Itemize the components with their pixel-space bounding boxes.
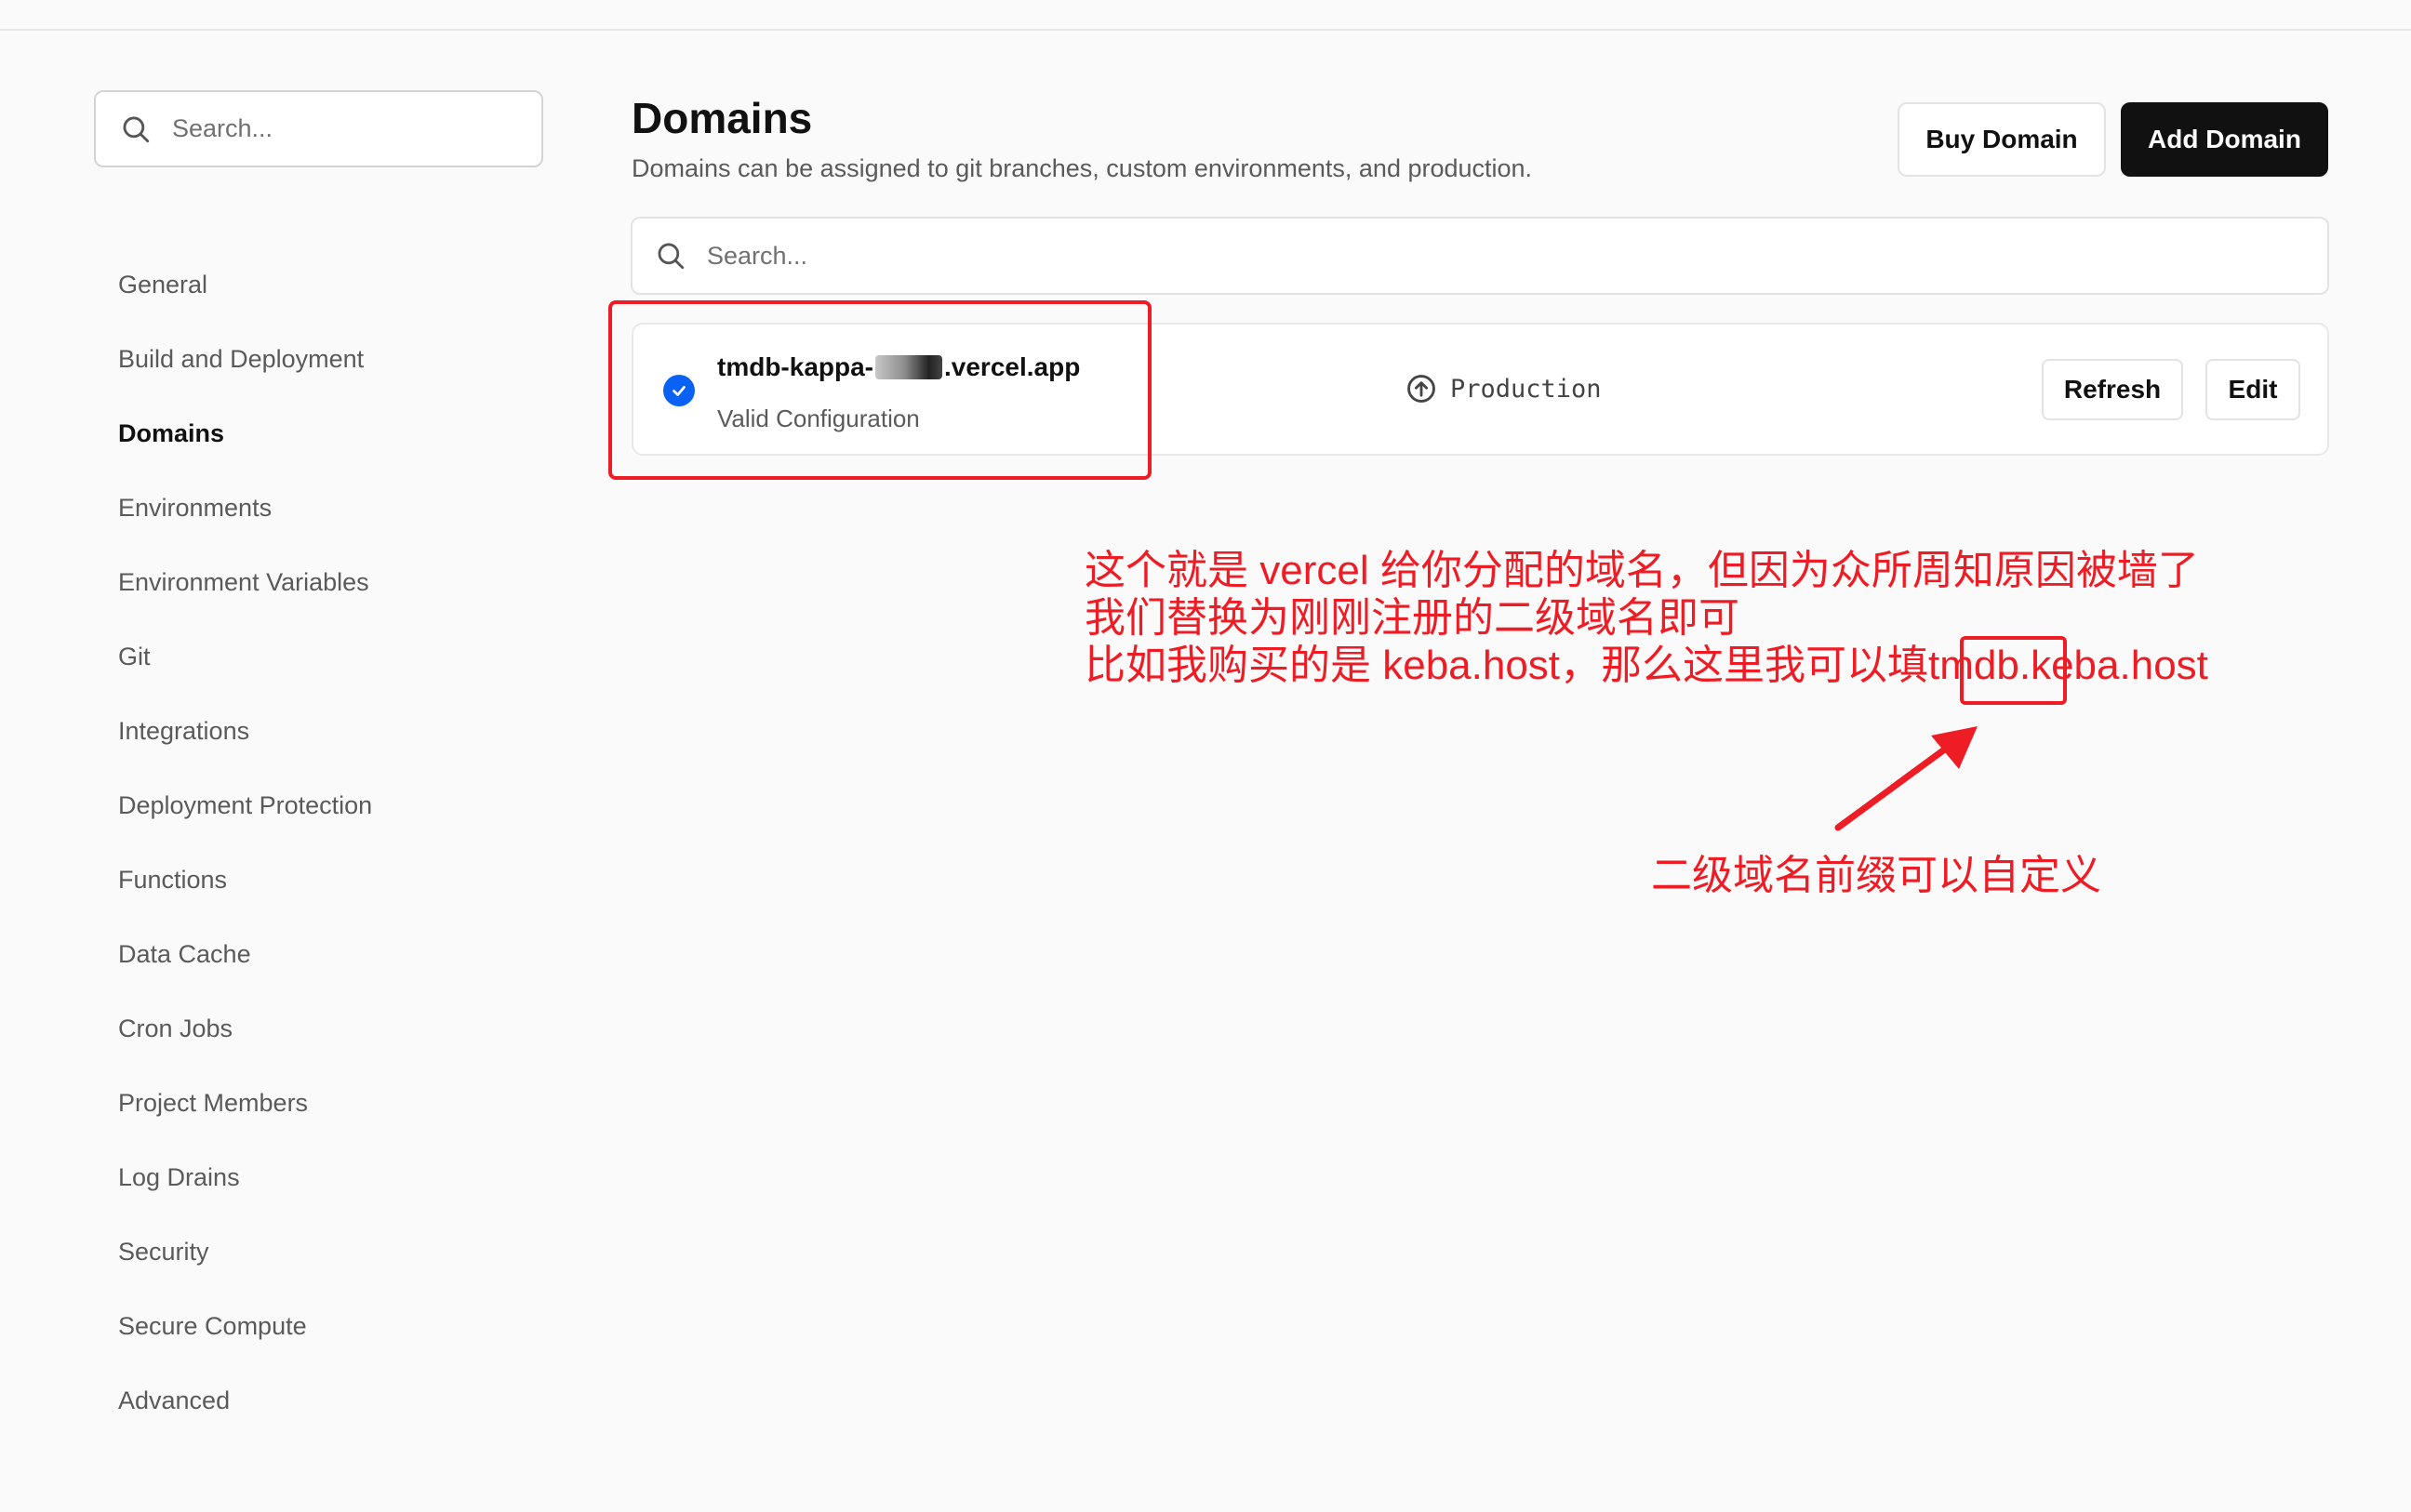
sidebar-item-project-members[interactable]: Project Members (118, 1066, 546, 1140)
search-icon (658, 243, 685, 270)
environment-label: Production (1405, 373, 1602, 405)
annotation-highlight-box-tmdb (1960, 636, 2067, 705)
buy-domain-button[interactable]: Buy Domain (1898, 102, 2106, 177)
sidebar-item-build-and-deployment[interactable]: Build and Deployment (118, 322, 546, 396)
domain-search-input[interactable]: Search... (631, 217, 2329, 295)
sidebar-item-log-drains[interactable]: Log Drains (118, 1140, 546, 1214)
arrow-up-circle-icon (1407, 375, 1435, 403)
annotation-line-3: 比如我购买的是 keba.host，那么这里我可以填tmdb.keba.host (1085, 642, 2387, 689)
page-subtitle: Domains can be assigned to git branches,… (632, 154, 1533, 182)
annotation-text: 这个就是 vercel 给你分配的域名，但因为众所周知原因被墙了 我们替换为刚刚… (1085, 547, 2387, 689)
annotation-highlight-box (608, 300, 1152, 480)
refresh-button[interactable]: Refresh (2042, 359, 2183, 420)
sidebar-item-git[interactable]: Git (118, 619, 546, 694)
edit-button[interactable]: Edit (2205, 359, 2300, 420)
page-title: Domains (632, 94, 813, 142)
domain-search-placeholder: Search... (707, 241, 808, 270)
sidebar-item-cron-jobs[interactable]: Cron Jobs (118, 991, 546, 1066)
sidebar-item-deployment-protection[interactable]: Deployment Protection (118, 768, 546, 842)
search-icon (123, 116, 150, 142)
sidebar-item-secure-compute[interactable]: Secure Compute (118, 1289, 546, 1363)
annotation-line-1: 这个就是 vercel 给你分配的域名，但因为众所周知原因被墙了 (1085, 548, 2199, 593)
add-domain-button[interactable]: Add Domain (2121, 102, 2328, 177)
environment-name: Production (1450, 374, 1602, 404)
sidebar-nav: General Build and Deployment Domains Env… (118, 247, 546, 1438)
sidebar-item-advanced[interactable]: Advanced (118, 1363, 546, 1438)
annotation-line-3-prefix: 比如我购买的是 keba.host，那么这里我可以填 (1085, 643, 1929, 688)
sidebar-item-data-cache[interactable]: Data Cache (118, 917, 546, 991)
sidebar-item-integrations[interactable]: Integrations (118, 694, 546, 768)
sidebar-item-domains[interactable]: Domains (118, 396, 546, 471)
annotation-arrow-icon (1834, 726, 1978, 831)
annotation-bottom-note: 二级域名前缀可以自定义 (1651, 853, 2101, 898)
sidebar-item-functions[interactable]: Functions (118, 842, 546, 917)
sidebar-item-general[interactable]: General (118, 247, 546, 322)
top-bar (0, 0, 2411, 31)
sidebar-item-security[interactable]: Security (118, 1214, 546, 1289)
sidebar-search-input[interactable]: Search... (94, 90, 543, 167)
sidebar-item-environment-variables[interactable]: Environment Variables (118, 545, 546, 619)
sidebar-search-placeholder: Search... (172, 114, 273, 142)
annotation-line-2: 我们替换为刚刚注册的二级域名即可 (1085, 595, 1739, 641)
sidebar-item-environments[interactable]: Environments (118, 471, 546, 545)
